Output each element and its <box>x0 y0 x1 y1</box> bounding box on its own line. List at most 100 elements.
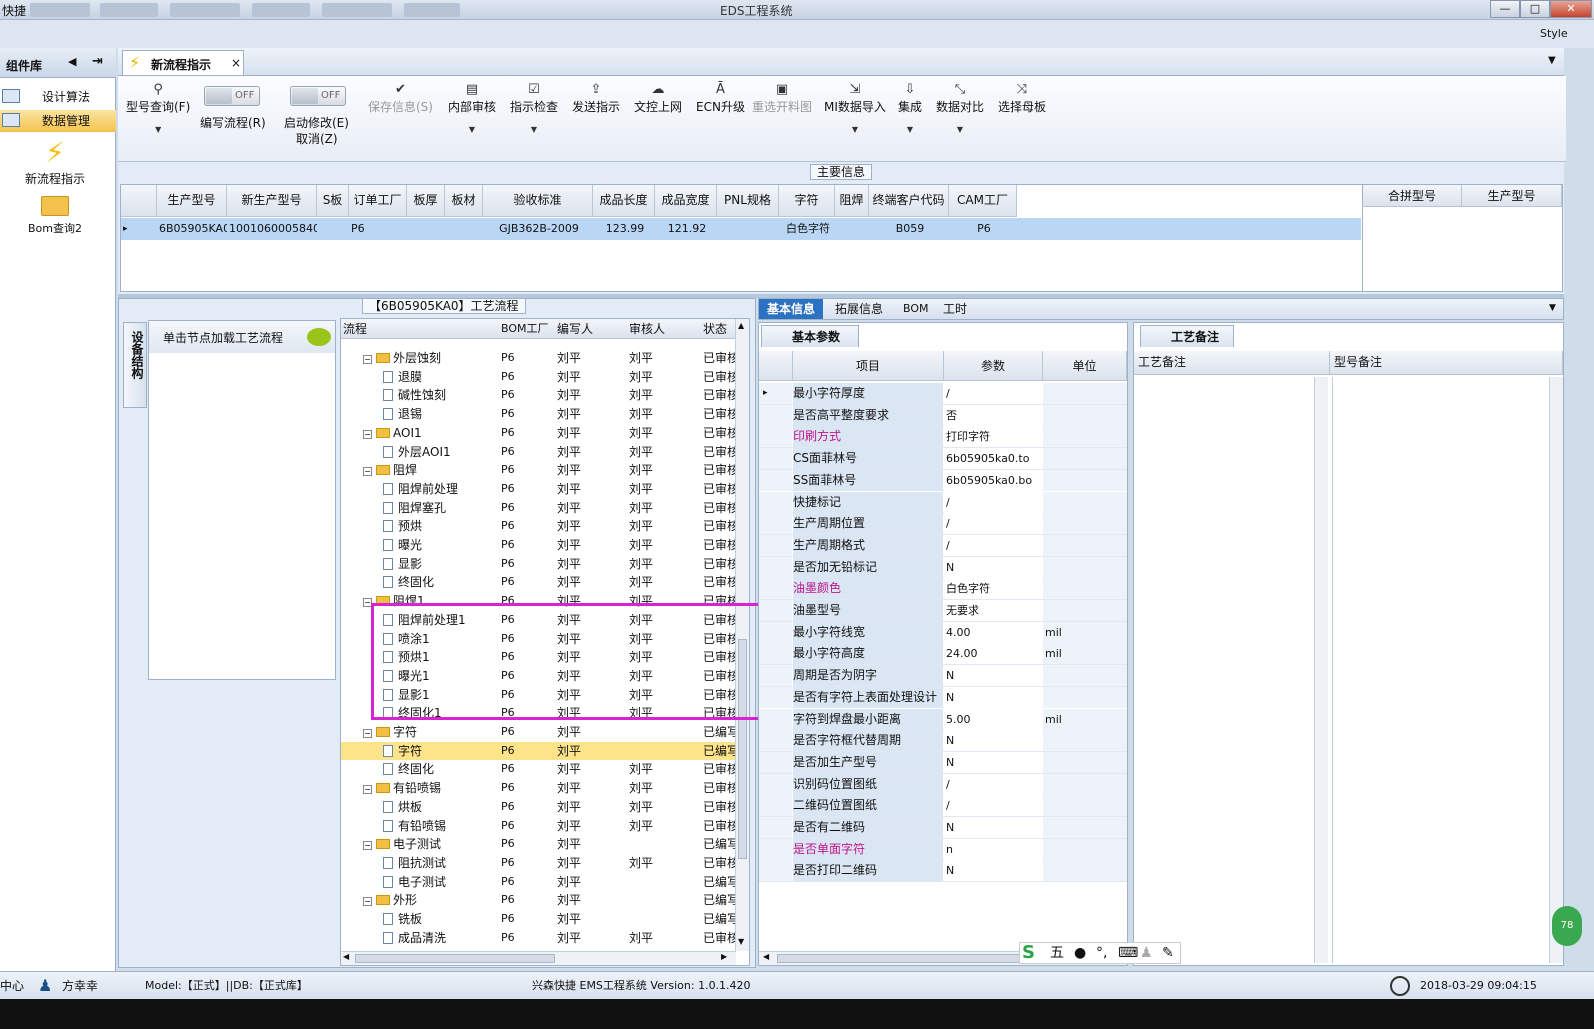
tab-equipment-structure[interactable]: 设备结构 <box>123 322 147 408</box>
flow-tree-hscroll[interactable]: ◀ ▶ <box>341 951 736 965</box>
tab-work-hours[interactable]: 工时 <box>935 299 975 319</box>
top-tab-3[interactable] <box>170 3 240 17</box>
tree-node[interactable]: − 电子测试 <box>363 835 441 853</box>
param-value[interactable]: 6b05905ka0.bo <box>944 469 1042 491</box>
param-row[interactable]: 印刷方式 打印字符 <box>759 426 1127 449</box>
table-row[interactable]: − 字符 P6 刘平 已编写 <box>341 723 739 742</box>
internal-review-button[interactable]: ▤ 内部审核 ▼ <box>448 82 496 134</box>
param-value[interactable]: N <box>944 556 1042 578</box>
tree-node[interactable]: − 有铅喷锡 <box>363 779 441 797</box>
data-compare-button[interactable]: ⤡ 数据对比 ▼ <box>936 82 984 134</box>
param-value[interactable]: / <box>944 534 1042 556</box>
param-value[interactable]: 否 <box>944 404 1042 426</box>
table-row[interactable]: 外层AOI1 P6 刘平 刘平 已审核 <box>341 443 739 462</box>
model-notes-input[interactable] <box>1332 377 1548 963</box>
tree-node[interactable]: − 外层蚀刻 <box>363 349 441 367</box>
param-row[interactable]: 字符到焊盘最小距离 5.00 mil <box>759 708 1127 731</box>
param-row[interactable]: 最小字符线宽 4.00 mil <box>759 621 1127 644</box>
left-item-data-management[interactable]: 数据管理 <box>0 110 116 132</box>
tab-basic-params[interactable]: 基本参数 <box>761 325 859 347</box>
tree-node[interactable]: 预烘 <box>383 517 422 535</box>
table-row[interactable]: 退锡 P6 刘平 刘平 已审核 <box>341 405 739 424</box>
param-value[interactable]: N <box>944 817 1042 838</box>
table-row[interactable]: 铣板 P6 刘平 已编写 <box>341 910 739 929</box>
param-value[interactable]: N <box>944 860 1042 882</box>
maximize-button[interactable]: □ <box>1520 0 1550 18</box>
param-row[interactable]: 周期是否为阴字 N <box>759 665 1127 687</box>
param-value[interactable]: N <box>944 751 1042 773</box>
scroll-left-icon[interactable]: ◀ <box>763 952 769 961</box>
table-row[interactable]: 阻焊前处理 P6 刘平 刘平 已审核 <box>341 480 739 499</box>
tree-node[interactable]: − 字符 <box>363 723 417 741</box>
param-value[interactable]: N <box>944 686 1042 708</box>
tree-node[interactable]: 曝光 <box>383 536 422 554</box>
floating-badge[interactable]: 78 <box>1552 906 1582 946</box>
tree-node[interactable]: 显影 <box>383 555 422 573</box>
tree-node[interactable]: 终固化 <box>383 760 434 778</box>
param-value[interactable]: N <box>944 730 1042 752</box>
tree-node[interactable]: 铣板 <box>383 910 422 928</box>
table-row[interactable]: 预烘 P6 刘平 刘平 已审核 <box>341 517 739 536</box>
scroll-right-icon[interactable]: ▶ <box>721 952 727 961</box>
table-row[interactable]: 成品清洗 P6 刘平 刘平 已审核 <box>341 929 739 948</box>
tree-node[interactable]: 烘板 <box>383 798 422 816</box>
tree-node[interactable]: 阻抗测试 <box>383 854 446 872</box>
param-value[interactable]: n <box>944 838 1042 860</box>
tree-node[interactable]: 字符 <box>383 742 422 760</box>
param-row[interactable]: 识别码位置图纸 / <box>759 773 1127 796</box>
tree-node[interactable]: 退锡 <box>383 405 422 423</box>
table-row[interactable]: − 有铅喷锡 P6 刘平 刘平 已审核 <box>341 779 739 798</box>
param-row[interactable]: CS面菲林号 6b05905ka0.to <box>759 448 1127 470</box>
punct-icon[interactable]: °, <box>1096 943 1107 963</box>
tree-node[interactable]: − 外形 <box>363 891 417 909</box>
table-row[interactable]: 退膜 P6 刘平 刘平 已审核 <box>341 368 739 387</box>
sogou-icon[interactable]: S <box>1022 943 1035 963</box>
tree-node[interactable]: 外层AOI1 <box>383 443 451 461</box>
table-row[interactable]: − 外层蚀刻 P6 刘平 刘平 已审核 <box>341 349 739 368</box>
param-row[interactable]: SS面菲林号 6b05905ka0.bo <box>759 469 1127 492</box>
ime-mode-label[interactable]: 五 <box>1050 943 1064 963</box>
table-row[interactable]: 碱性蚀刻 P6 刘平 刘平 已审核 <box>341 386 739 405</box>
table-row[interactable]: − 外形 P6 刘平 已编写 <box>341 891 739 910</box>
tree-node[interactable]: 电子测试 <box>383 873 446 891</box>
param-row[interactable]: 二维码位置图纸 / <box>759 795 1127 817</box>
collapse-icon[interactable]: − <box>363 729 372 738</box>
hscroll-thumb[interactable] <box>355 954 555 963</box>
top-tab-4[interactable] <box>252 3 310 17</box>
user-icon[interactable]: ♟ <box>1140 943 1153 963</box>
table-row[interactable]: 终固化 P6 刘平 刘平 已审核 <box>341 760 739 779</box>
param-row[interactable]: 油墨型号 无要求 <box>759 600 1127 622</box>
ime-toolbar[interactable]: S 五 ● °, ⌨ ♟ ✎ <box>1019 942 1181 964</box>
model-query-button[interactable]: ⚲ 型号查询(F) ▼ <box>126 82 190 134</box>
tree-node[interactable]: 碱性蚀刻 <box>383 386 446 404</box>
param-value[interactable]: / <box>944 513 1042 535</box>
tab-new-flow[interactable]: ⚡ 新流程指示 × <box>122 50 244 75</box>
tree-node[interactable]: 退膜 <box>383 368 422 386</box>
process-notes-input[interactable] <box>1136 377 1328 963</box>
table-row[interactable]: 电子测试 P6 刘平 已编写 <box>341 873 739 892</box>
style-label[interactable]: Style <box>1540 27 1568 40</box>
tree-node[interactable]: 阻焊前处理 <box>383 480 458 498</box>
reselect-cutting-button[interactable]: ▣ 重选开料图 <box>752 82 812 115</box>
top-tab-6[interactable] <box>404 3 460 17</box>
param-row[interactable]: 是否有字符上表面处理设计 N <box>759 686 1127 709</box>
param-value[interactable]: 5.00 <box>944 708 1042 730</box>
tree-node[interactable]: − 阻焊 <box>363 461 417 479</box>
param-row[interactable]: 是否高平整度要求否 <box>759 404 1127 427</box>
param-row[interactable]: 是否加生产型号 N <box>759 751 1127 774</box>
collapse-icon[interactable]: − <box>363 785 372 795</box>
collapse-left-icon[interactable]: ◀ <box>68 55 76 68</box>
top-tab-5[interactable] <box>322 3 392 17</box>
wrench-icon[interactable]: ✎ <box>1162 943 1174 963</box>
param-value[interactable]: / <box>944 773 1042 795</box>
param-value[interactable]: 打印字符 <box>944 426 1042 448</box>
table-row[interactable]: 曝光 P6 刘平 刘平 已审核 <box>341 536 739 555</box>
close-button[interactable]: ✕ <box>1550 0 1592 18</box>
tree-node[interactable]: 有铅喷锡 <box>383 817 446 835</box>
scroll-left-icon[interactable]: ◀ <box>343 952 349 961</box>
start-modify-toggle[interactable]: OFF <box>290 86 346 106</box>
param-value[interactable]: 白色字符 <box>944 578 1042 600</box>
instruction-check-button[interactable]: ☑ 指示检查 ▼ <box>510 82 558 134</box>
minimize-button[interactable]: — <box>1490 0 1520 18</box>
new-flow-button[interactable]: ⚡ 新流程指示 <box>5 136 105 187</box>
